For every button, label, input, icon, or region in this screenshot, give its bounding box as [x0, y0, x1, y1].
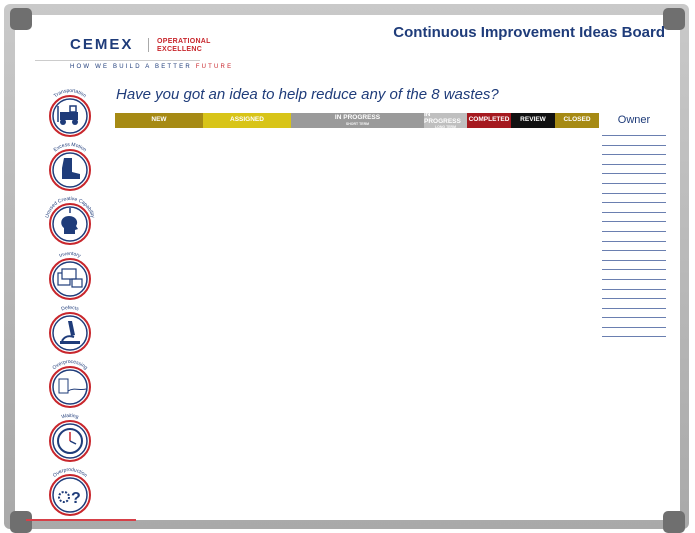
owner-header: Owner — [617, 114, 651, 126]
svg-text:Defects: Defects — [61, 305, 81, 313]
boxes-icon: Inventory — [49, 251, 91, 300]
owner-line[interactable] — [602, 240, 666, 242]
head-idea-icon: Unused Creative Capability — [44, 196, 96, 245]
tagline-main: HOW WE BUILD A BETTER — [70, 64, 192, 70]
column-sublabel: LONG TERM — [435, 125, 456, 129]
owner-line[interactable] — [602, 135, 666, 136]
opex-line1: OPERATIONAL — [157, 38, 211, 45]
owner-line[interactable] — [602, 288, 666, 290]
owner-line[interactable] — [602, 326, 666, 328]
column-assigned[interactable]: ASSIGNED — [203, 113, 291, 128]
opex-line2: EXCELLENC — [157, 46, 203, 53]
svg-text:?: ? — [71, 490, 81, 507]
cement-spill-icon: Overprocessing — [49, 359, 91, 408]
board-title: Continuous Improvement Ideas Board — [393, 24, 665, 41]
owner-line[interactable] — [602, 221, 666, 223]
column-sublabel: SHORT TERM — [345, 121, 370, 126]
owner-line[interactable] — [602, 278, 666, 280]
column-label: NEW — [151, 116, 167, 124]
column-review[interactable]: REVIEW — [511, 113, 555, 128]
owner-line[interactable] — [602, 317, 666, 319]
tagline: HOW WE BUILD A BETTER FUTURE — [70, 64, 233, 70]
owner-line[interactable] — [602, 202, 666, 204]
owner-line[interactable] — [602, 192, 666, 194]
column-label: COMPLETED — [468, 116, 510, 124]
svg-text:Waiting: Waiting — [61, 413, 80, 420]
owner-line[interactable] — [602, 259, 666, 261]
column-in-progress-long[interactable]: IN PROGRESS LONG TERM — [424, 111, 467, 129]
frame-corner-top-left — [10, 8, 32, 30]
waste-overproduction: Overproduction ? — [44, 467, 96, 519]
owner-line[interactable] — [602, 336, 666, 338]
owner-line[interactable] — [602, 269, 666, 271]
column-label: ASSIGNED — [230, 116, 264, 124]
owner-line[interactable] — [602, 173, 666, 175]
forklift-icon: Transportation — [49, 88, 91, 137]
cemex-logo: CEMEX — [70, 36, 144, 53]
column-in-progress-short[interactable]: IN PROGRESS SHORT TERM — [291, 113, 424, 128]
logo-text: CEMEX — [70, 36, 133, 52]
owner-line[interactable] — [602, 298, 666, 300]
waste-defects: Defects — [44, 305, 96, 357]
owner-line[interactable] — [602, 250, 666, 252]
column-label: IN PROGRESS — [424, 111, 461, 125]
header-rule — [35, 60, 200, 61]
logo-divider — [148, 38, 149, 52]
bottom-accent-bar — [26, 519, 136, 521]
owner-line[interactable] — [602, 163, 666, 165]
gears-question-icon: Overproduction ? — [49, 467, 91, 516]
column-label: CLOSED — [563, 116, 591, 124]
waste-waiting: Waiting — [44, 413, 96, 465]
operational-excellence-label: OPERATIONAL EXCELLENC — [157, 38, 211, 54]
status-columns: NEW ASSIGNED IN PROGRESS SHORT TERM IN PR… — [115, 111, 599, 129]
tagline-accent: FUTURE — [195, 64, 234, 70]
question-text: Have you got an idea to help reduce any … — [116, 86, 499, 103]
owner-line[interactable] — [602, 154, 666, 156]
boot-icon: Excess Motion — [49, 142, 91, 191]
owner-line[interactable] — [602, 144, 666, 146]
clock-icon: Waiting — [49, 413, 91, 462]
column-completed[interactable]: COMPLETED — [467, 113, 511, 128]
waste-excess-motion: Excess Motion — [44, 142, 96, 194]
column-closed[interactable]: CLOSED — [555, 113, 599, 128]
waste-overprocessing: Overprocessing — [44, 359, 96, 411]
microscope-icon: Defects — [49, 305, 91, 354]
owner-line[interactable] — [602, 211, 666, 213]
waste-inventory: Inventory — [44, 251, 96, 303]
owner-line[interactable] — [602, 230, 666, 232]
column-label: REVIEW — [520, 116, 546, 124]
frame-corner-bottom-right — [663, 511, 685, 533]
frame-corner-bottom-left — [10, 511, 32, 533]
waste-transportation: Transportation — [44, 88, 96, 140]
owner-lines — [602, 135, 666, 346]
column-new[interactable]: NEW — [115, 113, 203, 128]
frame-corner-top-right — [663, 8, 685, 30]
owner-line[interactable] — [602, 307, 666, 309]
owner-line[interactable] — [602, 182, 666, 184]
waste-unused-creative-capability: Unused Creative Capability — [44, 196, 96, 248]
